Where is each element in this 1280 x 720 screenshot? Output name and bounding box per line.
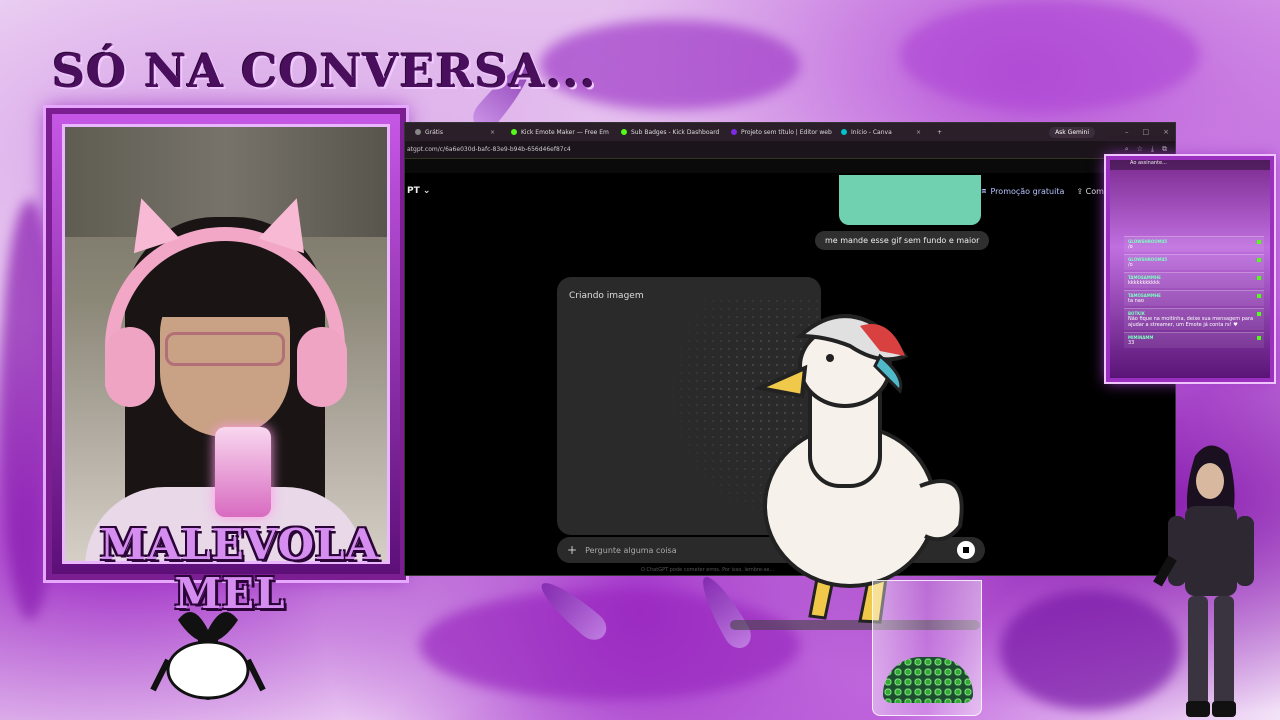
headset-cup-left: [105, 327, 155, 407]
chat-username: GLOWSHROOM45: [1128, 239, 1168, 244]
webcam-frame: [46, 108, 406, 580]
chat-text: 33: [1128, 340, 1135, 346]
kick-badge-icon: [1257, 258, 1261, 262]
new-tab-button[interactable]: +: [929, 129, 950, 136]
tab-label: Grátis: [425, 128, 443, 136]
tab-label: Sub Badges - Kick Dashboard: [631, 128, 720, 136]
kick-badge-icon: [1257, 312, 1261, 316]
glass-cup: [872, 580, 982, 716]
user-message-bubble: me mande esse gif sem fundo e maior: [815, 231, 990, 250]
tab-favicon-icon: [841, 129, 847, 135]
chat-message: TAMOSAMMHE kkkkkkkkkkk: [1124, 272, 1264, 288]
kick-badge-icon: [1257, 336, 1261, 340]
close-icon[interactable]: ×: [1163, 128, 1169, 136]
promo-button[interactable]: ⧈ Promoção gratuita: [981, 186, 1064, 196]
chat-message: GLOWSHROOM45 /o: [1124, 254, 1264, 270]
ask-gemini-button[interactable]: Ask Gemini: [1049, 126, 1095, 138]
chat-text: /o: [1128, 262, 1133, 268]
streamer-glasses: [165, 332, 285, 366]
kick-badge-icon: [1257, 276, 1261, 280]
maximize-icon[interactable]: □: [1143, 128, 1150, 136]
tab-bar: Grátis × Kick Emote Maker — Free Em × Su…: [405, 123, 1175, 141]
chat-text: Não fique na moitinha, deixe sua mensage…: [1128, 316, 1254, 328]
chevron-down-icon: ⌄: [422, 186, 431, 196]
extensions-icon[interactable]: ⧉: [1162, 145, 1167, 154]
browser-tab[interactable]: Kick Emote Maker — Free Em ×: [503, 123, 613, 141]
tab-label: Projeto sem título | Editor web: [741, 128, 832, 136]
green-beads: [883, 657, 973, 703]
bookmark-star-icon[interactable]: ☆: [1137, 145, 1143, 154]
webcam-feed: [62, 124, 390, 564]
tab-favicon-icon: [415, 129, 421, 135]
image-status-label: Criando imagem: [569, 291, 644, 301]
chat-header: Ao assinante...: [1110, 160, 1270, 170]
chat-message: MIMINAMM 33: [1124, 332, 1264, 348]
chatgpt-header: PT ⌄ ⧈Promoção gratuita ⇪ Compartilhar ⋯: [405, 181, 1175, 201]
kick-badge-icon: [1257, 240, 1261, 244]
kick-badge-icon: [1257, 294, 1261, 298]
zoom-icon[interactable]: ⌕: [1125, 145, 1129, 154]
chat-text: ta nao: [1128, 298, 1144, 304]
address-bar: atgpt.com/c/6a6e030d-bafc-83e9-b94b-656d…: [405, 141, 1175, 159]
chat-username: MIMINAMM: [1128, 335, 1154, 340]
browser-tab[interactable]: Projeto sem título | Editor web ×: [723, 123, 833, 141]
microphone: [215, 427, 271, 517]
gift-icon: ⧈: [981, 186, 987, 195]
page-top-bar: [405, 159, 1175, 173]
background-swirl: [900, 0, 1200, 110]
window-controls: – □ ×: [1125, 128, 1169, 136]
model-label: PT: [407, 186, 420, 196]
model-selector[interactable]: PT ⌄: [407, 186, 430, 196]
download-icon[interactable]: ⤓: [1151, 145, 1154, 154]
chat-text: kkkkkkkkkkk: [1128, 280, 1160, 286]
chat-message-list: GLOWSHROOM45 /o GLOWSHROOM45 /o TAMOSAMM…: [1124, 236, 1264, 350]
chat-username: GLOWSHROOM45: [1128, 257, 1168, 262]
browser-tab[interactable]: Sub Badges - Kick Dashboard ×: [613, 123, 723, 141]
tab-label: Kick Emote Maker — Free Em: [521, 128, 609, 136]
tab-favicon-icon: [511, 129, 517, 135]
headset-cup-right: [297, 327, 347, 407]
share-icon: ⇪: [1076, 186, 1084, 196]
url-field[interactable]: atgpt.com/c/6a6e030d-bafc-83e9-b94b-656d…: [407, 146, 571, 153]
attach-plus-icon[interactable]: +: [567, 543, 577, 557]
minimize-icon[interactable]: –: [1125, 128, 1129, 136]
tab-close-icon[interactable]: ×: [490, 129, 495, 136]
tab-label: Início - Canva: [851, 128, 892, 136]
tab-favicon-icon: [621, 129, 627, 135]
browser-tab[interactable]: Grátis ×: [407, 123, 503, 141]
chat-overlay: Ao assinante... GLOWSHROOM45 /o GLOWSHRO…: [1106, 156, 1274, 382]
chat-text: /o: [1128, 244, 1133, 250]
promo-label: Promoção gratuita: [990, 186, 1065, 196]
goat-mascot-icon: [150, 612, 266, 700]
chat-message: TAMOSAMMHE ta nao: [1124, 290, 1264, 306]
malevola-character-image: [1153, 445, 1254, 717]
overlay-title: SÓ NA CONVERSA...: [52, 44, 597, 98]
chat-message: GLOWSHROOM45 /o: [1124, 236, 1264, 252]
composer-placeholder: Pergunte alguma coisa: [585, 545, 677, 555]
tab-favicon-icon: [731, 129, 737, 135]
user-uploaded-image[interactable]: [839, 175, 981, 225]
chat-username: TAMOSAMMHE: [1128, 293, 1161, 298]
browser-tab[interactable]: Início - Canva ×: [833, 123, 929, 141]
toolbar-icons: ⌕ ☆ ⤓ ⧉: [1125, 145, 1167, 154]
chat-message: BOTKIK Não fique na moitinha, deixe sua …: [1124, 308, 1264, 330]
tab-close-icon[interactable]: ×: [916, 129, 921, 136]
